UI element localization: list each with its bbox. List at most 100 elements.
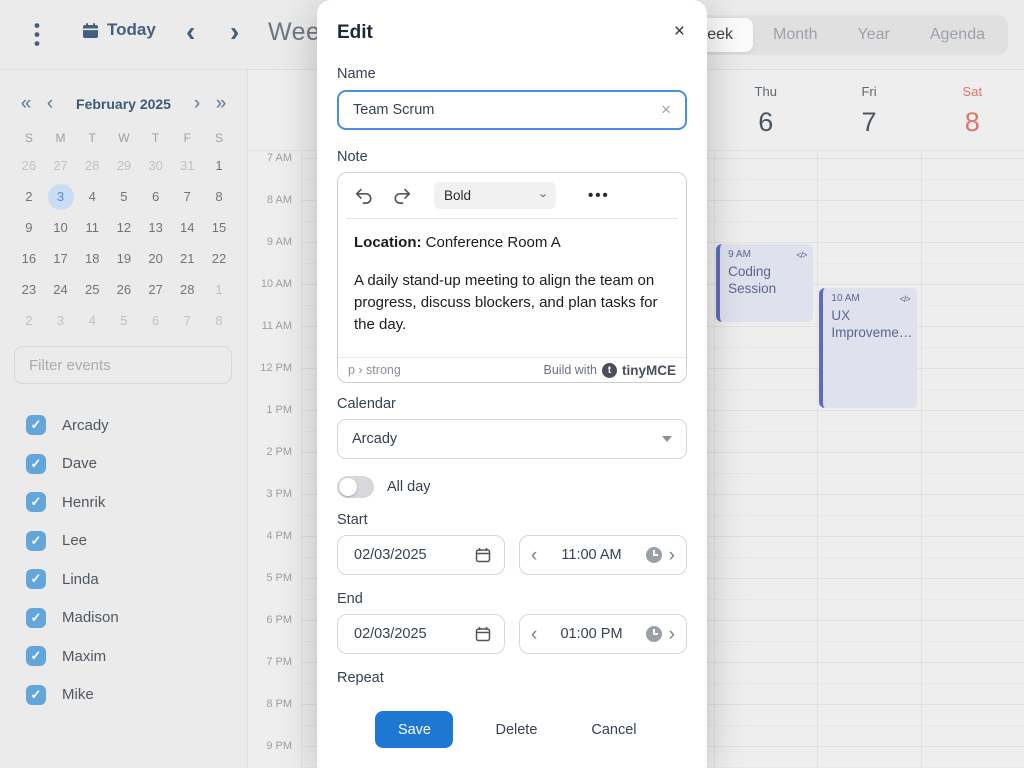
mini-cal-date[interactable]: 26 <box>108 274 140 305</box>
checkbox-checked-icon[interactable]: ✓ <box>26 685 46 705</box>
cancel-button[interactable]: Cancel <box>579 722 648 738</box>
date-picker-icon[interactable] <box>475 626 491 642</box>
mini-cal-date[interactable]: 5 <box>108 305 140 336</box>
day-header-fri[interactable]: Fri7 <box>817 84 920 138</box>
calendar-filter-item[interactable]: ✓Dave <box>26 445 237 484</box>
prev-year-icon[interactable]: « <box>14 93 38 115</box>
mini-cal-date[interactable]: 29 <box>108 150 140 181</box>
calendar-filter-item[interactable]: ✓Henrik <box>26 483 237 522</box>
time-increment-icon[interactable]: › <box>669 625 675 644</box>
more-menu-button[interactable]: ••• <box>30 21 44 49</box>
mini-cal-date[interactable]: 3 <box>45 305 77 336</box>
clear-icon[interactable]: × <box>661 100 671 120</box>
mini-cal-date[interactable]: 23 <box>13 274 45 305</box>
checkbox-checked-icon[interactable]: ✓ <box>26 569 46 589</box>
mini-cal-date[interactable]: 4 <box>76 305 108 336</box>
checkbox-checked-icon[interactable]: ✓ <box>26 492 46 512</box>
today-button[interactable]: Today <box>82 20 156 40</box>
tab-year[interactable]: Year <box>838 18 910 52</box>
mini-cal-date[interactable]: 6 <box>140 181 172 212</box>
mini-cal-date[interactable]: 25 <box>76 274 108 305</box>
mini-cal-date[interactable]: 21 <box>171 243 203 274</box>
rich-text-editor[interactable]: Bold › ••• Location: Conference Room A A… <box>337 172 687 383</box>
mini-cal-date[interactable]: 7 <box>171 305 203 336</box>
end-date-input[interactable]: 02/03/2025 <box>337 614 505 654</box>
mini-cal-date[interactable]: 31 <box>171 150 203 181</box>
start-date-input[interactable]: 02/03/2025 <box>337 535 505 575</box>
mini-cal-date[interactable]: 27 <box>140 274 172 305</box>
mini-cal-date[interactable]: 24 <box>45 274 77 305</box>
calendar-select[interactable]: Arcady <box>337 419 687 459</box>
time-increment-icon[interactable]: › <box>669 546 675 565</box>
mini-cal-date[interactable]: 12 <box>108 212 140 243</box>
event-card[interactable]: 9 AM</>Coding Session <box>716 244 813 322</box>
mini-cal-date[interactable]: 30 <box>140 150 172 181</box>
calendar-filter-item[interactable]: ✓Arcady <box>26 406 237 445</box>
mini-cal-date[interactable]: 9 <box>13 212 45 243</box>
day-header-thu[interactable]: Thu6 <box>714 84 817 138</box>
tinymce-branding[interactable]: Build with t tinyMCE <box>544 363 677 378</box>
delete-button[interactable]: Delete <box>483 722 549 738</box>
all-day-toggle[interactable] <box>337 476 374 498</box>
mini-cal-date[interactable]: 14 <box>171 212 203 243</box>
element-path[interactable]: p › strong <box>348 363 401 377</box>
filter-events-input[interactable] <box>14 346 232 384</box>
next-month-icon[interactable]: › <box>185 93 209 115</box>
checkbox-checked-icon[interactable]: ✓ <box>26 454 46 474</box>
checkbox-checked-icon[interactable]: ✓ <box>26 646 46 666</box>
mini-cal-date[interactable]: 18 <box>76 243 108 274</box>
prev-button[interactable]: ‹ <box>186 14 195 50</box>
checkbox-checked-icon[interactable]: ✓ <box>26 415 46 435</box>
mini-cal-date[interactable]: 22 <box>203 243 235 274</box>
save-button[interactable]: Save <box>375 711 453 748</box>
checkbox-checked-icon[interactable]: ✓ <box>26 608 46 628</box>
mini-cal-date[interactable]: 15 <box>203 212 235 243</box>
mini-cal-date[interactable]: 2 <box>13 181 45 212</box>
mini-cal-date[interactable]: 8 <box>203 305 235 336</box>
name-input[interactable]: Team Scrum × <box>337 90 687 130</box>
mini-cal-date[interactable]: 20 <box>140 243 172 274</box>
calendar-filter-item[interactable]: ✓Linda <box>26 560 237 599</box>
mini-cal-date[interactable]: 4 <box>76 181 108 212</box>
event-card[interactable]: 10 AM</>UX Improveme… <box>819 288 916 408</box>
mini-cal-date[interactable]: 8 <box>203 181 235 212</box>
mini-cal-date[interactable]: 1 <box>203 150 235 181</box>
mini-cal-date[interactable]: 13 <box>140 212 172 243</box>
clock-icon[interactable] <box>646 547 662 563</box>
mini-cal-date[interactable]: 6 <box>140 305 172 336</box>
calendar-filter-item[interactable]: ✓Madison <box>26 599 237 638</box>
end-time-input[interactable]: ‹ 01:00 PM › <box>519 614 687 654</box>
mini-cal-date[interactable]: 17 <box>45 243 77 274</box>
mini-cal-date[interactable]: 27 <box>45 150 77 181</box>
calendar-filter-item[interactable]: ✓Maxim <box>26 637 237 676</box>
mini-cal-date[interactable]: 28 <box>76 150 108 181</box>
day-header-sat[interactable]: Sat8 <box>921 84 1024 138</box>
next-button[interactable]: › <box>230 14 239 50</box>
mini-cal-date[interactable]: 1 <box>203 274 235 305</box>
mini-cal-date[interactable]: 2 <box>13 305 45 336</box>
start-time-input[interactable]: ‹ 11:00 AM › <box>519 535 687 575</box>
mini-cal-date[interactable]: 11 <box>76 212 108 243</box>
close-icon[interactable]: × <box>674 22 685 41</box>
mini-cal-date[interactable]: 16 <box>13 243 45 274</box>
clock-icon[interactable] <box>646 626 662 642</box>
next-year-icon[interactable]: » <box>209 93 233 115</box>
mini-cal-date[interactable]: 7 <box>171 181 203 212</box>
mini-cal-date[interactable]: 10 <box>45 212 77 243</box>
tab-month[interactable]: Month <box>753 18 837 52</box>
mini-cal-date[interactable]: 28 <box>171 274 203 305</box>
mini-cal-date[interactable]: 26 <box>13 150 45 181</box>
mini-cal-date[interactable]: 3 <box>45 181 77 212</box>
editor-content[interactable]: Location: Conference Room A A daily stan… <box>338 219 686 336</box>
format-select[interactable]: Bold › <box>434 182 556 209</box>
redo-icon[interactable] <box>393 187 412 204</box>
more-tools-icon[interactable]: ••• <box>588 187 610 204</box>
mini-cal-date[interactable]: 19 <box>108 243 140 274</box>
calendar-filter-item[interactable]: ✓Mike <box>26 676 237 715</box>
mini-cal-date[interactable]: 5 <box>108 181 140 212</box>
date-picker-icon[interactable] <box>475 547 491 563</box>
prev-month-icon[interactable]: ‹ <box>38 93 62 115</box>
tab-agenda[interactable]: Agenda <box>910 18 1005 52</box>
calendar-filter-item[interactable]: ✓Lee <box>26 522 237 561</box>
undo-icon[interactable] <box>354 187 373 204</box>
